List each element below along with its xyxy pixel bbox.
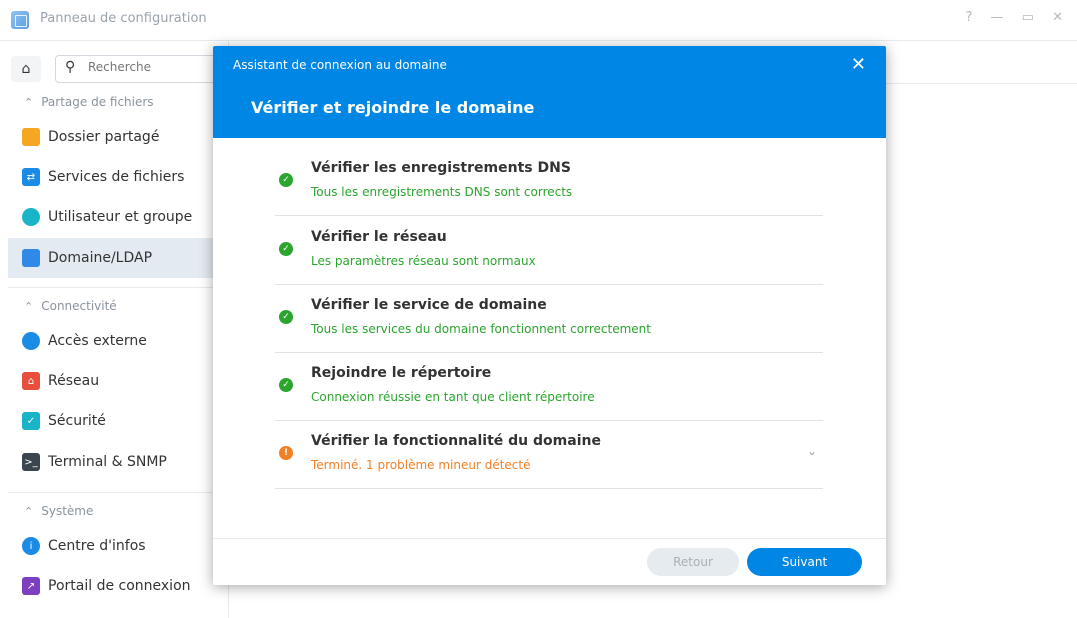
sidebar-item-shared-folder[interactable]: Dossier partagé [8, 118, 228, 156]
section-header-file-sharing[interactable]: ⌃ Partage de fichiers [24, 95, 154, 109]
minimize-icon[interactable]: — [991, 10, 1004, 25]
step-verify-network: ✓ Vérifier le réseau Les paramètres rése… [275, 216, 823, 285]
home-button[interactable]: ⌂ [11, 56, 41, 82]
section-header-system[interactable]: ⌃ Système [24, 504, 93, 518]
login-portal-icon: ↗ [22, 577, 40, 595]
check-circle-icon: ✓ [279, 378, 293, 392]
check-circle-icon: ✓ [279, 310, 293, 324]
step-verify-domain-functionality[interactable]: ! Vérifier la fonctionnalité du domaine … [275, 420, 823, 489]
divider [8, 492, 220, 493]
sidebar-item-file-services[interactable]: ⇄ Services de fichiers [8, 158, 228, 196]
dialog-title: Vérifier et rejoindre le domaine [251, 98, 535, 117]
step-verify-dns: ✓ Vérifier les enregistrements DNS Tous … [275, 147, 823, 216]
help-icon[interactable]: ? [965, 10, 972, 25]
back-button[interactable]: Retour [647, 548, 739, 576]
file-services-icon: ⇄ [22, 168, 40, 186]
terminal-icon: >_ [22, 453, 40, 471]
sidebar: ⌂ ⚲ ⌃Partage de fichiers Dossier partagé… [0, 41, 229, 618]
search-input[interactable] [86, 59, 210, 75]
check-circle-icon: ✓ [279, 173, 293, 187]
sidebar-item-network[interactable]: ⌂ Réseau [8, 362, 228, 400]
domain-icon [22, 249, 40, 267]
network-icon: ⌂ [22, 372, 40, 390]
step-status: Connexion réussie en tant que client rép… [311, 390, 595, 404]
step-status: Tous les enregistrements DNS sont correc… [311, 185, 573, 199]
dialog-header: Assistant de connexion au domaine ✕ Véri… [213, 46, 886, 138]
search-field[interactable]: ⚲ [55, 55, 217, 83]
domain-join-wizard-dialog: Assistant de connexion au domaine ✕ Véri… [213, 46, 886, 585]
security-icon: ✓ [22, 412, 40, 430]
sidebar-item-user-group[interactable]: Utilisateur et groupe [8, 198, 228, 236]
search-icon: ⚲ [65, 59, 76, 75]
step-status: Tous les services du domaine fonctionnen… [311, 322, 651, 336]
check-circle-icon: ✓ [279, 242, 293, 256]
sidebar-item-login-portal[interactable]: ↗ Portail de connexion [8, 567, 228, 605]
step-title: Vérifier la fonctionnalité du domaine [311, 433, 601, 449]
external-access-icon [22, 332, 40, 350]
step-title: Vérifier le service de domaine [311, 297, 547, 313]
chevron-up-icon: ⌃ [24, 505, 34, 518]
step-title: Vérifier les enregistrements DNS [311, 160, 571, 176]
users-icon [22, 208, 40, 226]
chevron-up-icon: ⌃ [24, 300, 34, 313]
close-icon[interactable]: ✕ [1052, 10, 1063, 25]
control-panel-icon [11, 11, 29, 29]
sidebar-item-info-center[interactable]: i Centre d'infos [8, 527, 228, 565]
step-status: Terminé. 1 problème mineur détecté [311, 458, 531, 472]
window-title: Panneau de configuration [40, 11, 207, 26]
maximize-icon[interactable]: ▭ [1022, 10, 1034, 25]
divider [8, 287, 220, 288]
sidebar-item-external-access[interactable]: Accès externe [8, 322, 228, 360]
chevron-down-icon[interactable]: ⌄ [807, 444, 817, 458]
step-verify-domain-service: ✓ Vérifier le service de domaine Tous le… [275, 284, 823, 353]
warning-circle-icon: ! [279, 446, 293, 460]
dialog-app-title: Assistant de connexion au domaine [233, 58, 447, 72]
next-button[interactable]: Suivant [747, 548, 862, 576]
sidebar-item-security[interactable]: ✓ Sécurité [8, 402, 228, 440]
step-join-directory: ✓ Rejoindre le répertoire Connexion réus… [275, 352, 823, 421]
section-header-connectivity[interactable]: ⌃ Connectivité [24, 299, 117, 313]
step-title: Vérifier le réseau [311, 229, 447, 245]
folder-icon [22, 128, 40, 146]
sidebar-item-terminal-snmp[interactable]: >_ Terminal & SNMP [8, 443, 228, 481]
info-icon: i [22, 537, 40, 555]
step-title: Rejoindre le répertoire [311, 365, 492, 381]
close-icon[interactable]: ✕ [851, 54, 866, 75]
sidebar-item-domain-ldap[interactable]: Domaine/LDAP [8, 238, 228, 278]
step-status: Les paramètres réseau sont normaux [311, 254, 536, 268]
chevron-up-icon: ⌃ [24, 96, 34, 109]
home-icon: ⌂ [21, 61, 31, 77]
window-controls: ? — ▭ ✕ [965, 10, 1077, 25]
title-bar: Panneau de configuration ? — ▭ ✕ [0, 0, 1077, 41]
dialog-footer-divider [213, 538, 886, 539]
